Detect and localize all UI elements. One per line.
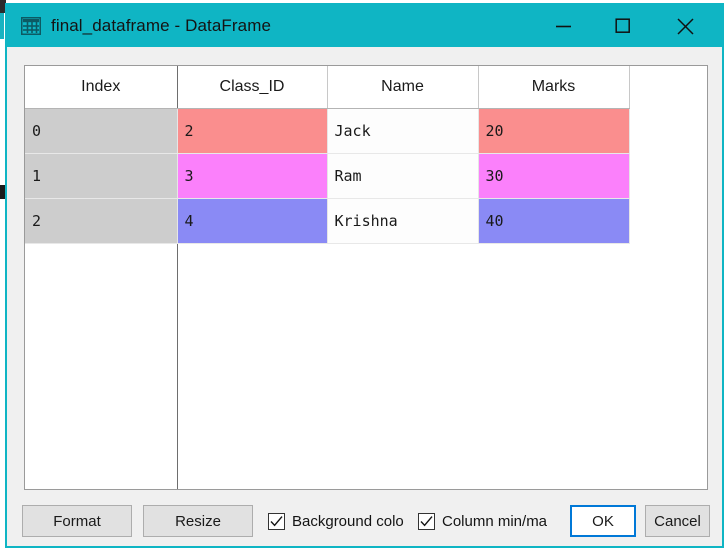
checkmark-icon	[420, 515, 433, 526]
cell-marks[interactable]: 20	[478, 108, 630, 154]
cancel-button[interactable]: Cancel	[645, 505, 710, 537]
grid-table-icon	[20, 16, 42, 36]
dataframe-table: Index Class_ID Name Marks 0 2 Jack 20 1 …	[25, 66, 630, 244]
cell-class-id[interactable]: 2	[177, 108, 328, 154]
column-header-class-id[interactable]: Class_ID	[177, 66, 328, 109]
table-row[interactable]: 1 3 Ram 30	[25, 153, 630, 199]
cell-marks[interactable]: 40	[478, 198, 630, 244]
dataframe-grid: Index Class_ID Name Marks 0 2 Jack 20 1 …	[25, 66, 707, 244]
ok-button[interactable]: OK	[570, 505, 636, 537]
title-bar[interactable]: final_dataframe - DataFrame	[7, 5, 722, 47]
cell-name[interactable]: Krishna	[327, 198, 479, 244]
cell-class-id[interactable]: 3	[177, 153, 328, 199]
dataframe-window: final_dataframe - DataFrame Index Class_…	[5, 3, 724, 548]
table-row[interactable]: 0 2 Jack 20	[25, 108, 630, 154]
cell-index[interactable]: 1	[25, 153, 178, 199]
close-button[interactable]	[662, 5, 708, 47]
checkmark-icon	[270, 515, 283, 526]
cell-name[interactable]: Ram	[327, 153, 479, 199]
minimize-button[interactable]	[542, 5, 588, 47]
cell-class-id[interactable]: 4	[177, 198, 328, 244]
table-header-row: Index Class_ID Name Marks	[25, 66, 630, 109]
column-header-name[interactable]: Name	[327, 66, 479, 109]
column-header-index[interactable]: Index	[25, 66, 178, 109]
cell-index[interactable]: 2	[25, 198, 178, 244]
window-title: final_dataframe - DataFrame	[51, 16, 272, 35]
checkbox-box[interactable]	[418, 512, 435, 530]
resize-button[interactable]: Resize	[143, 505, 253, 537]
maximize-button[interactable]	[600, 5, 646, 47]
table-row[interactable]: 2 4 Krishna 40	[25, 198, 630, 244]
column-minmax-checkbox[interactable]: Column min/ma	[418, 508, 562, 534]
client-area: Index Class_ID Name Marks 0 2 Jack 20 1 …	[7, 47, 722, 546]
column-minmax-label: Column min/ma	[442, 512, 548, 530]
background-color-checkbox[interactable]: Background colo	[268, 508, 412, 534]
background-window-sliver-accent	[0, 13, 4, 39]
background-color-label: Background colo	[292, 512, 404, 530]
cell-marks[interactable]: 30	[478, 153, 630, 199]
cell-name[interactable]: Jack	[327, 108, 479, 154]
column-header-marks[interactable]: Marks	[478, 66, 630, 109]
dataframe-table-panel[interactable]: Index Class_ID Name Marks 0 2 Jack 20 1 …	[24, 65, 708, 490]
checkbox-box[interactable]	[268, 512, 285, 530]
bottom-toolbar: Format Resize Background colo Column min…	[7, 502, 722, 546]
cell-index[interactable]: 0	[25, 108, 178, 154]
format-button[interactable]: Format	[22, 505, 132, 537]
